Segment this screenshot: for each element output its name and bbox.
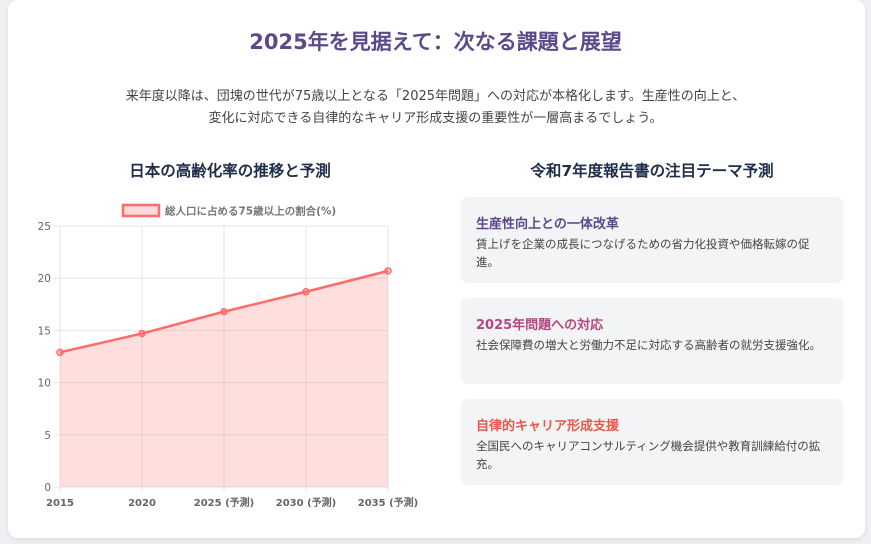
y-tick-label: 15 bbox=[38, 325, 51, 337]
page-title: 2025年を見据えて：次なる課題と展望 bbox=[249, 30, 622, 54]
data-point bbox=[138, 329, 146, 338]
topic-title: 自律的キャリア形成支援 bbox=[476, 419, 620, 434]
y-tick-label: 0 bbox=[44, 482, 51, 494]
topic-body: 賃上げを企業の成長につなげるための省力化投資や価格転嫁の促進。 bbox=[476, 237, 810, 269]
topic-card-career: 自律的キャリア形成支援 全国民へのキャリアコンサルティング機会提供や教育訓練給付… bbox=[461, 399, 843, 485]
topics-section-title: 令和7年度報告書の注目テーマ予測 bbox=[530, 162, 774, 180]
x-tick-label: 2030 (予測) bbox=[276, 496, 336, 509]
legend-swatch bbox=[121, 203, 161, 218]
x-tick-label: 2020 bbox=[128, 498, 156, 509]
aging-rate-chart: 0 5 10 15 20 25 2015 2020 2025 (予測) 2030 (予測) 2035… bbox=[38, 203, 418, 509]
topic-body: 全国民へのキャリアコンサルティング機会提供や教育訓練給付の拡充。 bbox=[476, 439, 821, 471]
chart-section-title: 日本の高齢化率の推移と予測 bbox=[129, 162, 331, 180]
intro-line-1: 来年度以降は、団塊の世代が75歳以上となる「2025年問題」への対応が本格化しま… bbox=[125, 89, 746, 104]
data-point bbox=[384, 267, 392, 275]
topic-body: 社会保障費の増大と労働力不足に対応する高齢者の就労支援強化。 bbox=[476, 338, 821, 352]
topic-card-2025-problem: 2025年問題への対応 社会保障費の増大と労働力不足に対応する高齢者の就労支援強… bbox=[461, 298, 843, 384]
data-point bbox=[220, 307, 228, 316]
y-tick-label: 5 bbox=[44, 430, 51, 442]
data-point bbox=[302, 288, 310, 296]
y-tick-label: 20 bbox=[38, 273, 51, 285]
x-tick-label: 2035 (予測) bbox=[358, 496, 418, 509]
data-point bbox=[56, 348, 64, 357]
topic-card-productivity: 生産性向上との一体改革 賃上げを企業の成長につなげるための省力化投資や価格転嫁の… bbox=[461, 197, 843, 283]
intro-line-2: 変化に対応できる自律的なキャリア形成支援の重要性が一層高まるでしょう。 bbox=[208, 111, 663, 126]
x-tick-label: 2015 bbox=[46, 498, 74, 509]
topic-title: 2025年問題への対応 bbox=[476, 318, 604, 333]
y-tick-label: 25 bbox=[38, 221, 51, 233]
intro-text: 来年度以降は、団塊の世代が75歳以上となる「2025年問題」への対応が本格化しま… bbox=[100, 86, 771, 130]
y-tick-label: 10 bbox=[38, 378, 51, 390]
x-tick-label: 2025 (予測) bbox=[194, 496, 254, 509]
legend-label: 総人口に占める75歳以上の割合(%) bbox=[165, 205, 336, 218]
topic-title: 生産性向上との一体改革 bbox=[476, 217, 619, 232]
